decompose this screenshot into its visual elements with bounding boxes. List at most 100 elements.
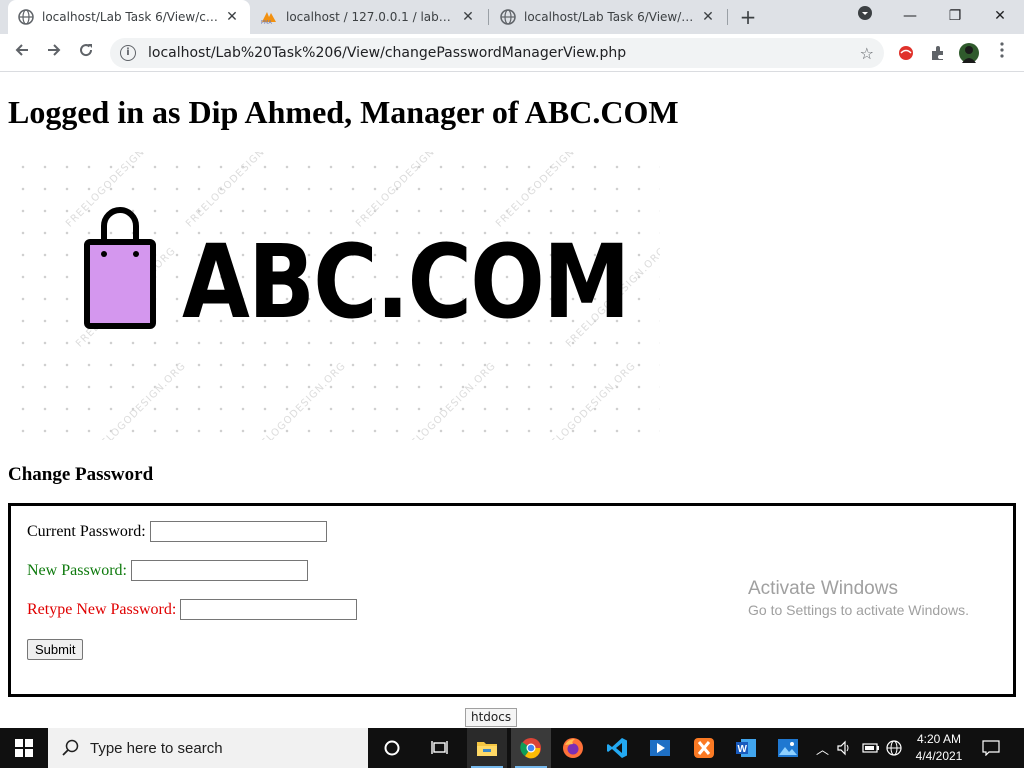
firefox-icon [563,738,583,758]
svg-text:PMA: PMA [261,20,272,24]
battery-button[interactable] [862,728,880,768]
taskbar-tooltip: htdocs [465,708,518,727]
windows-taskbar: Type here to search W ︿ 4:20 AM 4/4/2021 [0,728,1024,768]
vscode-icon [607,738,627,758]
tab-divider [727,9,728,25]
file-explorer-icon [477,742,497,756]
phpmyadmin-icon: PMA [261,12,276,24]
reload-icon [80,44,93,57]
submit-button[interactable]: Submit [27,639,84,660]
tab-search-button[interactable] [845,5,885,27]
bookmark-star-icon[interactable]: ☆ [860,44,874,63]
change-password-title: Change Password [8,464,154,485]
reload-button[interactable] [74,41,98,65]
activate-title: Activate Windows [748,578,898,599]
menu-button[interactable] [990,41,1014,65]
tab-login-manager[interactable]: localhost/Lab Task 6/View/loginManagerVi… [490,0,726,34]
windows-logo-icon [15,739,33,757]
volume-icon [837,740,849,756]
browser-toolbar: i localhost/Lab%20Task%206/View/changePa… [0,34,1024,72]
media-player-button[interactable] [640,728,680,768]
page-content: Logged in as Dip Ahmed, Manager of ABC.C… [0,72,1024,728]
activate-subtitle: Go to Settings to activate Windows. [748,602,969,618]
new-password-input[interactable] [131,560,308,581]
tab-title: localhost / 127.0.0.1 / lab6 / manager [286,10,454,24]
globe-icon [500,9,516,25]
clock-time: 4:20 AM [916,732,962,746]
page-heading: Logged in as Dip Ahmed, Manager of ABC.C… [8,94,679,130]
search-placeholder: Type here to search [90,739,223,757]
current-password-label: Current Password: [27,522,146,540]
firefox-button[interactable] [553,728,593,768]
new-password-label: New Password: [27,561,127,579]
taskbar-search-box[interactable]: Type here to search [48,728,368,768]
kebab-menu-icon [1000,42,1004,58]
cortana-button[interactable] [372,728,412,768]
close-tab-icon[interactable]: ✕ [224,9,240,25]
volume-button[interactable] [836,728,852,768]
tab-change-password[interactable]: localhost/Lab Task 6/View/changePassword… [8,0,250,34]
url-text[interactable]: localhost/Lab%20Task%206/View/changePass… [148,45,626,61]
logo-watermark: FREELOGODESIGN.ORG [494,152,599,230]
word-icon: W [736,739,756,757]
cortana-circle-icon [384,740,400,756]
close-window-button[interactable]: ✕ [980,5,1020,27]
battery-icon [862,743,879,753]
logo-watermark: FREELOGODESIGN.ORG [184,152,289,230]
xampp-button[interactable] [684,728,724,768]
puzzle-icon [932,46,943,60]
tab-title: localhost/Lab Task 6/View/changePassword… [42,10,218,24]
minimize-button[interactable]: — [890,5,930,27]
activate-windows-watermark: Activate Windows Go to Settings to activ… [748,578,969,618]
file-explorer-button[interactable] [467,728,507,768]
tab-divider [488,9,489,25]
logo-watermark: FREELOGODESIGN.ORG [394,360,499,440]
globe-network-icon [886,740,902,756]
network-button[interactable] [886,728,902,768]
close-tab-icon[interactable]: ✕ [460,9,476,25]
vscode-button[interactable] [597,728,637,768]
search-icon [62,739,79,756]
extensions-puzzle-icon[interactable] [928,43,948,63]
svg-text:W: W [738,744,748,755]
action-center-button[interactable] [982,728,1000,768]
close-tab-icon[interactable]: ✕ [700,9,716,25]
arrow-right-icon [48,44,61,56]
logo-watermark: FREELOGODESIGN.ORG [534,360,639,440]
task-view-button[interactable] [420,728,460,768]
retype-password-row: Retype New Password: [27,599,358,620]
logo-watermark: FREELOGODESIGN.ORG [354,152,459,230]
shopping-bag-icon [84,207,156,329]
abc-logo: FREELOGODESIGN.ORG FREELOGODESIGN.ORG FR… [8,152,660,440]
photos-button[interactable] [768,728,808,768]
info-icon[interactable]: i [120,45,136,61]
new-tab-button[interactable]: + [737,6,759,28]
back-button[interactable] [10,41,34,65]
start-button[interactable] [0,728,48,768]
logo-watermark: FREELOGODESIGN.ORG [244,360,349,440]
new-password-row: New Password: [27,560,308,581]
show-hidden-icons[interactable]: ︿ [816,728,829,768]
chevron-up-icon: ︿ [816,742,830,758]
chrome-button[interactable] [511,728,551,768]
address-bar[interactable]: i localhost/Lab%20Task%206/View/changePa… [110,38,884,68]
avatar-icon [962,46,976,63]
current-password-input[interactable] [149,521,327,542]
retype-password-input[interactable] [180,599,358,620]
retype-password-label: Retype New Password: [27,600,177,618]
clock-date: 4/4/2021 [915,749,963,763]
media-player-icon [650,740,670,756]
forward-button[interactable] [42,41,66,65]
restore-button[interactable]: ❐ [935,5,975,27]
taskbar-clock[interactable]: 4:20 AM 4/4/2021 [904,731,974,765]
extension-icon[interactable] [896,43,916,63]
globe-icon [18,9,34,25]
xampp-icon [694,738,714,758]
profile-avatar[interactable] [959,43,979,63]
word-button[interactable]: W [726,728,766,768]
tab-title: localhost/Lab Task 6/View/loginManagerVi… [524,10,694,24]
logo-watermark: FREELOGODESIGN.ORG [84,360,189,440]
chevron-down-circle-icon [858,6,872,20]
tab-phpmyadmin[interactable]: PMA localhost / 127.0.0.1 / lab6 / manag… [250,0,486,34]
tab-strip: localhost/Lab Task 6/View/changePassword… [0,0,1024,34]
